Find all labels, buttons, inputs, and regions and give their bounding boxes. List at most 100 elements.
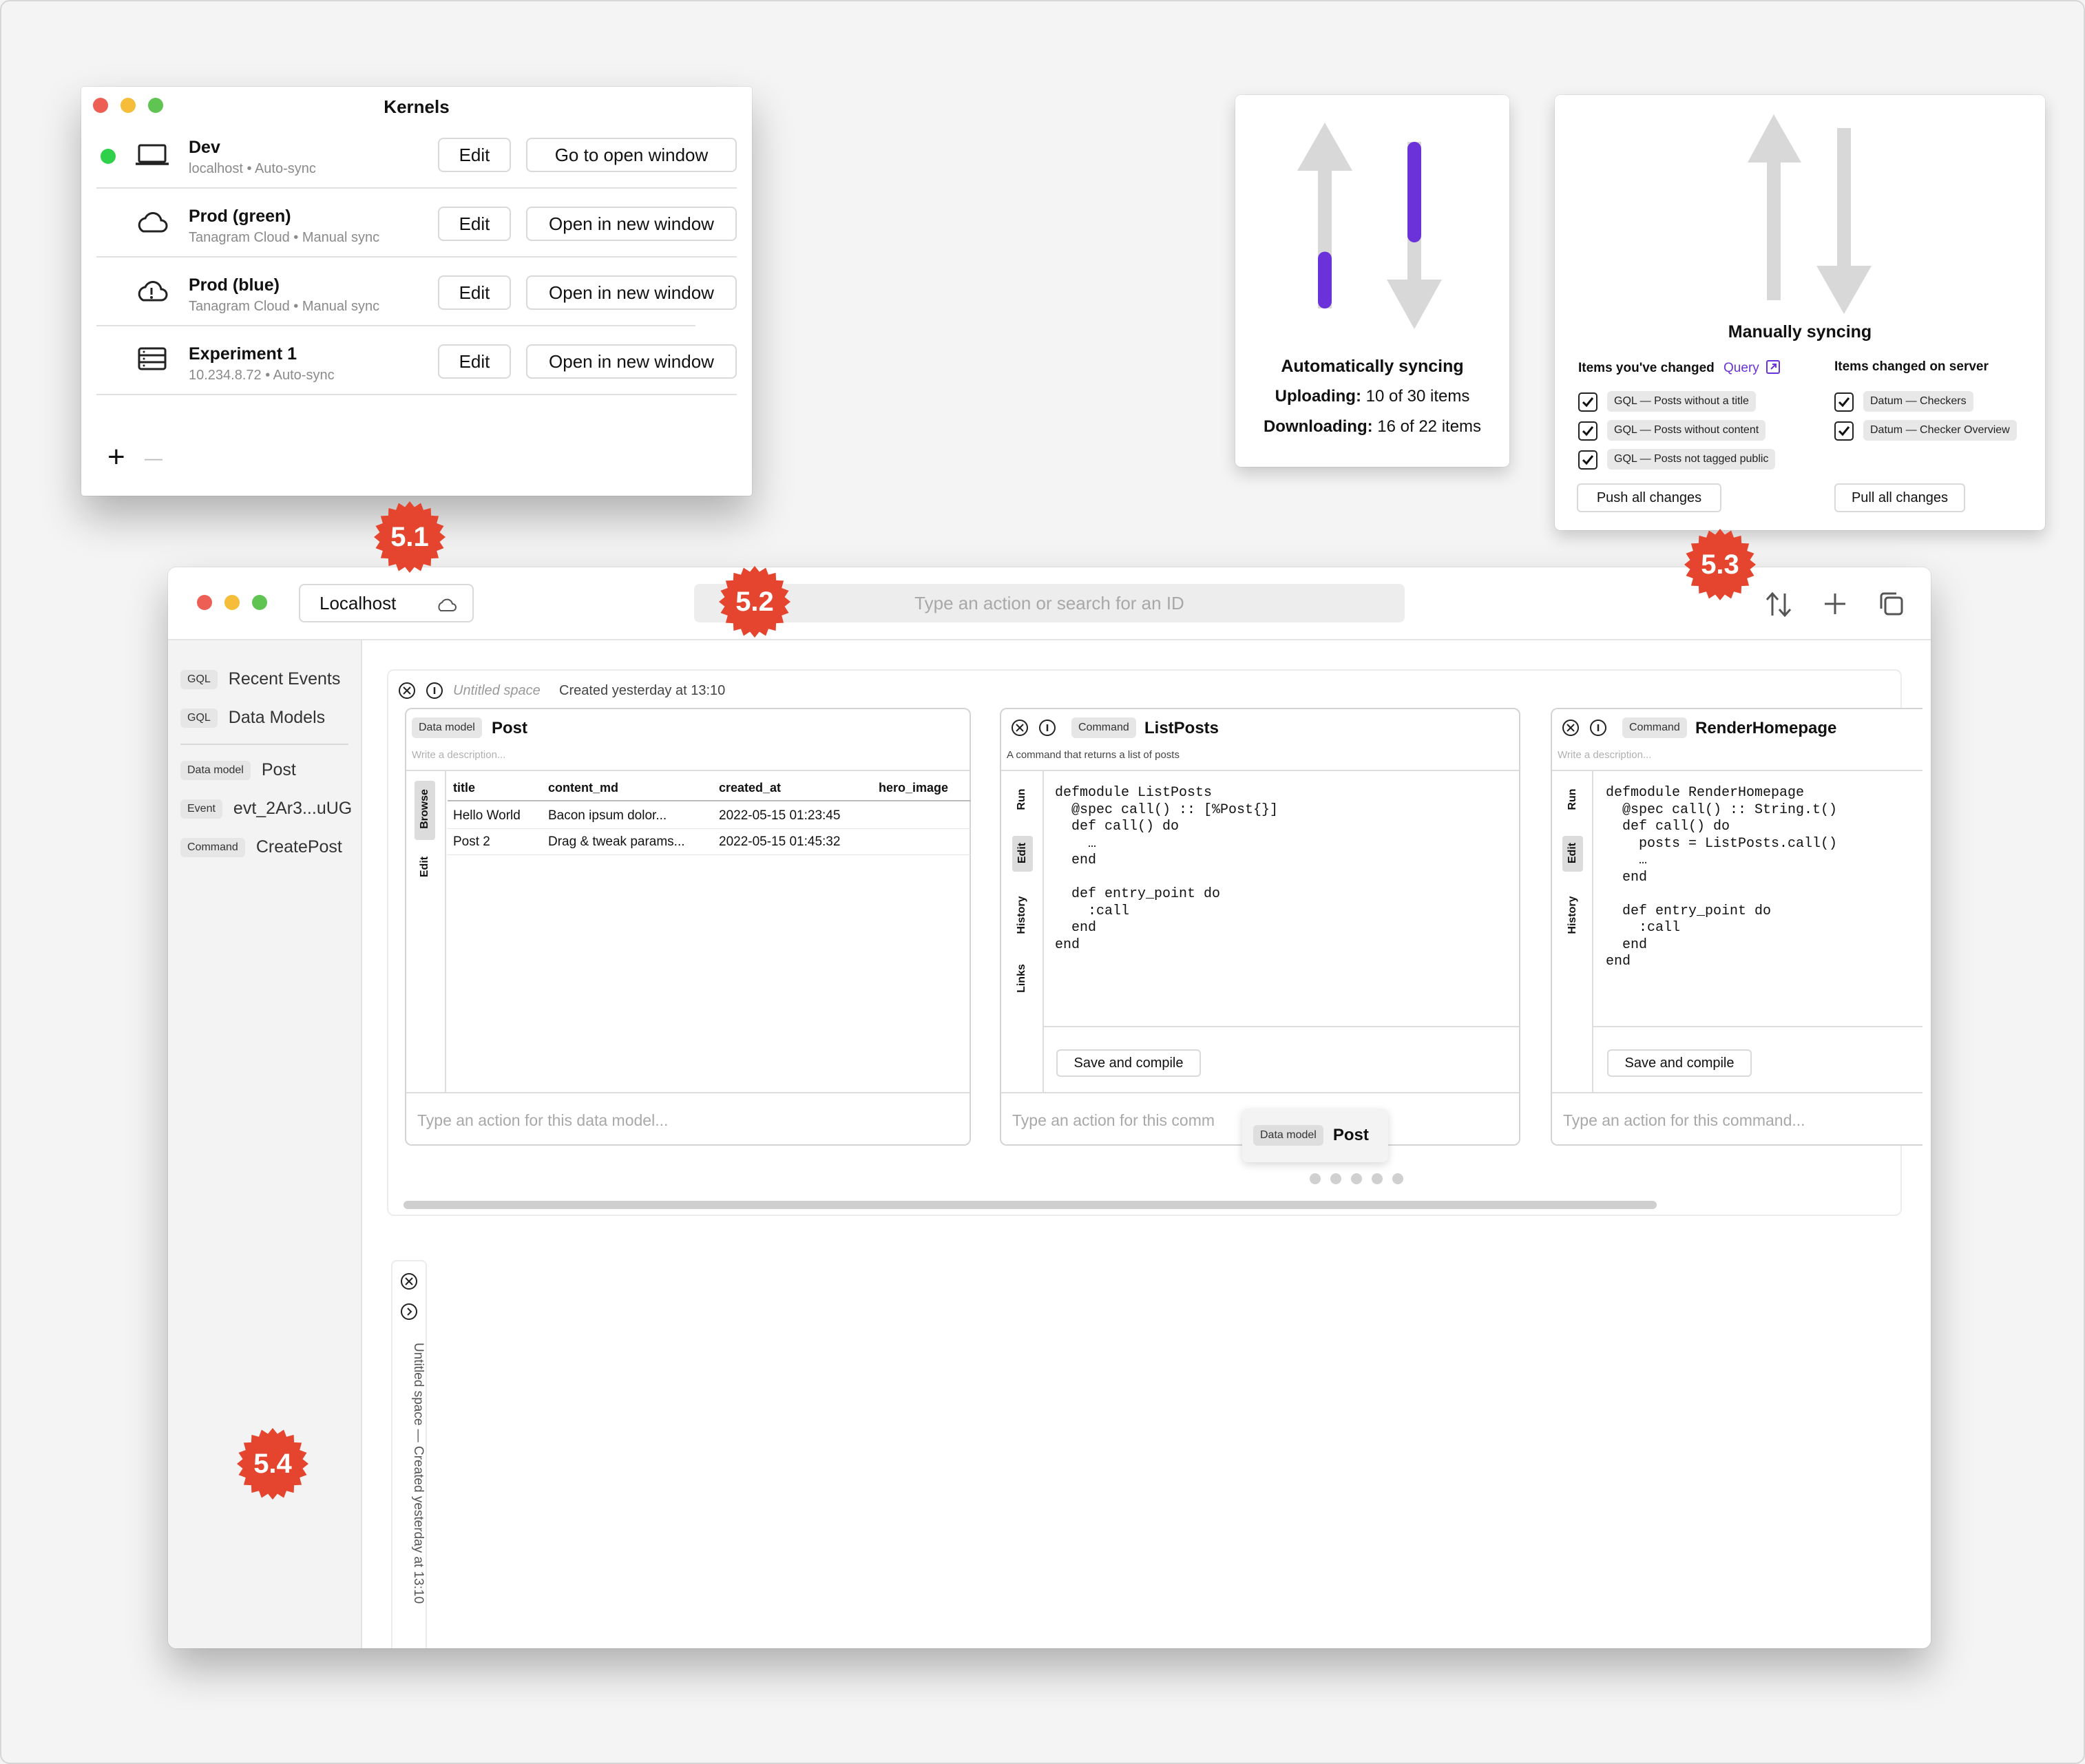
close-icon[interactable] xyxy=(400,1272,418,1290)
collapsed-space[interactable]: Untitled space — Created yesterday at 13… xyxy=(391,1260,427,1648)
page-dot[interactable] xyxy=(1351,1173,1362,1184)
column-header[interactable]: content_md xyxy=(548,781,618,795)
gql-tag: GQL xyxy=(180,708,218,728)
add-icon[interactable] xyxy=(1823,592,1847,616)
space-name[interactable]: Untitled space xyxy=(453,683,541,699)
edit-button[interactable]: Edit xyxy=(438,275,511,310)
card-title: RenderHomepage xyxy=(1695,719,1837,737)
kernel-name: Prod (green) xyxy=(189,207,291,226)
tab-history[interactable]: History xyxy=(1016,888,1028,943)
description-input[interactable]: Write a description... xyxy=(412,749,505,761)
code-line: end xyxy=(1606,954,1631,969)
sync-icon[interactable] xyxy=(1764,591,1793,618)
sidebar-item-data-models[interactable]: GQL Data Models xyxy=(180,708,325,728)
open-in-new-window-button[interactable]: Open in new window xyxy=(526,275,737,310)
checkbox[interactable] xyxy=(1578,421,1597,441)
close-icon[interactable] xyxy=(398,682,416,700)
table-row[interactable]: Hello World Bacon ipsum dolor... 2022-05… xyxy=(448,803,971,829)
code-editor[interactable]: defmodule ListPosts @spec call() :: [%Po… xyxy=(1055,785,1278,954)
callout-badge-5-1: 5.1 xyxy=(374,501,446,573)
action-input[interactable]: Type an action for this comm xyxy=(1012,1111,1215,1130)
action-input[interactable]: Type an action for this data model... xyxy=(417,1111,668,1130)
action-input[interactable]: Type an action for this command... xyxy=(1563,1111,1805,1130)
column-header[interactable]: hero_image xyxy=(879,781,948,795)
external-link-icon[interactable] xyxy=(1766,359,1781,375)
tab-history[interactable]: History xyxy=(1567,888,1579,943)
code-line: :call xyxy=(1606,920,1681,936)
tab-links[interactable]: Links xyxy=(1016,951,1028,1006)
checkbox[interactable] xyxy=(1834,392,1854,412)
page-dot[interactable] xyxy=(1392,1173,1403,1184)
sidebar-item-event[interactable]: Event evt_2Ar3...uUG xyxy=(180,799,352,819)
info-icon[interactable] xyxy=(1038,719,1056,737)
remove-kernel-button[interactable]: — xyxy=(145,448,163,469)
info-icon[interactable] xyxy=(426,682,443,700)
horizontal-scrollbar[interactable] xyxy=(404,1201,1657,1209)
page-dot[interactable] xyxy=(1372,1173,1383,1184)
checkbox[interactable] xyxy=(1834,421,1854,441)
space-container: Untitled space Created yesterday at 13:1… xyxy=(387,669,1922,1216)
data-model-tag: Data model xyxy=(1253,1125,1323,1146)
code-line: … xyxy=(1055,835,1097,852)
zoom-window-button[interactable] xyxy=(252,595,267,610)
cell: Hello World xyxy=(453,808,521,823)
save-and-compile-button[interactable]: Save and compile xyxy=(1607,1049,1752,1077)
open-in-new-window-button[interactable]: Open in new window xyxy=(526,207,737,241)
code-line: def call() do xyxy=(1055,819,1180,834)
close-icon[interactable] xyxy=(1011,719,1029,737)
minimize-window-button[interactable] xyxy=(224,595,240,610)
code-line: … xyxy=(1606,852,1648,868)
cell: 2022-05-15 01:23:45 xyxy=(719,808,841,823)
go-to-open-window-button[interactable]: Go to open window xyxy=(526,138,737,172)
save-and-compile-button[interactable]: Save and compile xyxy=(1056,1049,1201,1077)
query-link[interactable]: Query xyxy=(1723,361,1759,375)
sidebar-item-post[interactable]: Data model Post xyxy=(180,760,296,780)
edit-button[interactable]: Edit xyxy=(438,344,511,379)
divider xyxy=(1044,1026,1519,1027)
tab-run[interactable]: Run xyxy=(1016,772,1028,827)
code-line: :call xyxy=(1055,903,1130,919)
open-in-new-window-button[interactable]: Open in new window xyxy=(526,344,737,379)
column-header[interactable]: created_at xyxy=(719,781,781,795)
add-kernel-button[interactable]: + xyxy=(107,442,125,472)
sidebar-item-recent-events[interactable]: GQL Recent Events xyxy=(180,669,340,689)
page-dot[interactable] xyxy=(1330,1173,1341,1184)
card-title: Post xyxy=(492,719,528,737)
close-icon[interactable] xyxy=(1562,719,1580,737)
divider xyxy=(96,325,695,326)
tab-edit-label: Edit xyxy=(1567,842,1578,864)
code-line: defmodule ListPosts xyxy=(1055,785,1213,801)
tab-edit[interactable]: Edit xyxy=(419,839,431,894)
code-editor[interactable]: defmodule RenderHomepage @spec call() ::… xyxy=(1606,785,1837,971)
pull-all-changes-button[interactable]: Pull all changes xyxy=(1834,483,1965,512)
sidebar-item-label: evt_2Ar3...uUG xyxy=(233,799,353,818)
description-input[interactable]: A command that returns a list of posts xyxy=(1007,749,1180,761)
command-tag: Command xyxy=(1071,717,1136,738)
table-row[interactable]: Post 2 Drag & tweak params... 2022-05-15… xyxy=(448,829,971,855)
page-dot[interactable] xyxy=(1310,1173,1321,1184)
callout-badge-5-4: 5.4 xyxy=(237,1428,308,1500)
sidebar-item-label: Post xyxy=(261,760,296,779)
kernel-selector[interactable]: Localhost xyxy=(299,584,474,622)
edit-button[interactable]: Edit xyxy=(438,138,511,172)
checkbox[interactable] xyxy=(1578,392,1597,412)
sync-arrows-icon xyxy=(1748,114,1872,314)
info-icon[interactable] xyxy=(1589,719,1607,737)
close-window-button[interactable] xyxy=(197,595,212,610)
callout-badge-5-2: 5.2 xyxy=(719,566,790,638)
divider xyxy=(1001,1092,1519,1093)
expand-icon[interactable] xyxy=(400,1303,418,1321)
sidebar-item-label: CreatePost xyxy=(255,837,342,857)
code-line: posts = ListPosts.call() xyxy=(1606,835,1838,852)
command-search-input[interactable]: Type an action or search for an ID xyxy=(694,584,1405,622)
tab-run[interactable]: Run xyxy=(1567,772,1579,827)
manual-sync-title: Manually syncing xyxy=(1728,322,1872,342)
edit-button[interactable]: Edit xyxy=(438,207,511,241)
copy-icon[interactable] xyxy=(1878,591,1905,617)
description-input[interactable]: Write a description... xyxy=(1558,749,1651,761)
column-header[interactable]: title xyxy=(453,781,475,795)
callout-badge-5-3: 5.3 xyxy=(1684,529,1756,600)
checkbox[interactable] xyxy=(1578,450,1597,470)
sidebar-item-createpost[interactable]: Command CreatePost xyxy=(180,837,342,857)
push-all-changes-button[interactable]: Push all changes xyxy=(1577,483,1721,512)
